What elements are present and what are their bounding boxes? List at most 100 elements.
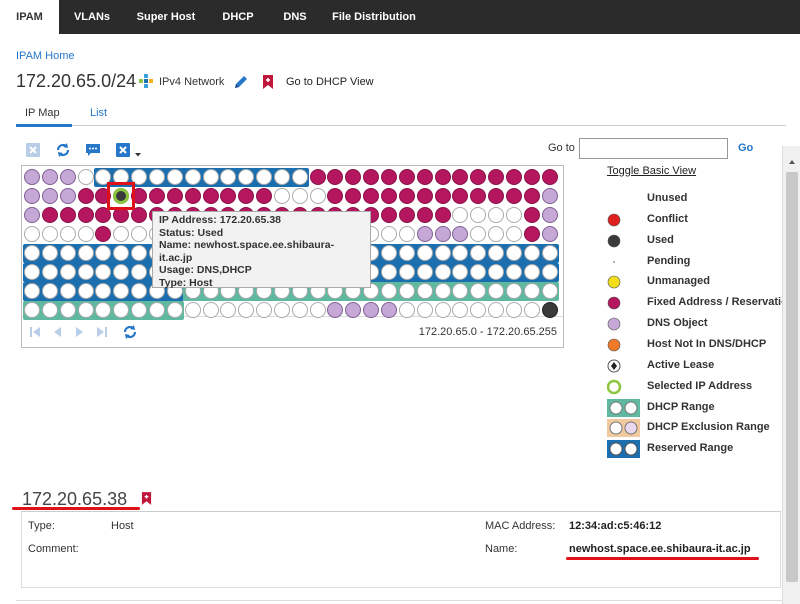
ip-cell[interactable] xyxy=(131,245,148,261)
ip-cell[interactable] xyxy=(77,226,94,242)
ip-cell[interactable] xyxy=(488,283,505,299)
ip-cell[interactable] xyxy=(309,302,326,318)
ip-cell[interactable] xyxy=(24,245,40,261)
ip-cell[interactable] xyxy=(77,302,94,318)
next-page-icon[interactable] xyxy=(75,326,84,338)
ip-cell[interactable] xyxy=(77,245,94,261)
toggle-basic-view-link[interactable]: Toggle Basic View xyxy=(607,165,696,177)
ip-cell[interactable] xyxy=(273,302,290,318)
ip-cell[interactable] xyxy=(488,226,505,242)
dhcp-view-link[interactable]: Go to DHCP View xyxy=(286,76,374,88)
ip-cell[interactable] xyxy=(434,245,451,261)
ip-cell[interactable] xyxy=(148,302,165,318)
ip-cell[interactable] xyxy=(202,302,219,318)
remove-icon[interactable] xyxy=(26,143,40,157)
ip-cell[interactable] xyxy=(488,245,505,261)
ip-cell[interactable] xyxy=(541,264,558,280)
ip-cell[interactable] xyxy=(41,283,58,299)
ip-cell[interactable] xyxy=(59,302,76,318)
ip-cell[interactable] xyxy=(452,226,469,242)
ip-cell[interactable] xyxy=(398,207,415,223)
ip-cell[interactable] xyxy=(470,207,487,223)
ip-cell[interactable] xyxy=(505,264,522,280)
ip-cell[interactable] xyxy=(148,188,165,204)
tab-dns[interactable]: DNS xyxy=(270,0,320,34)
ip-cell[interactable] xyxy=(363,188,380,204)
previous-page-icon[interactable] xyxy=(53,326,62,338)
comment-icon[interactable] xyxy=(85,142,101,158)
ip-cell[interactable] xyxy=(381,169,397,185)
ip-cell[interactable] xyxy=(434,264,451,280)
ip-cell[interactable] xyxy=(523,302,540,318)
ip-cell[interactable] xyxy=(131,302,148,318)
bookmark-icon[interactable] xyxy=(262,75,274,89)
ip-cell[interactable] xyxy=(434,188,451,204)
ip-cell[interactable] xyxy=(345,169,362,185)
ip-cell[interactable] xyxy=(24,264,40,280)
tab-file-distribution[interactable]: File Distribution xyxy=(326,0,422,34)
ip-cell[interactable] xyxy=(273,169,290,185)
ip-cell[interactable] xyxy=(77,207,94,223)
ip-cell[interactable] xyxy=(41,264,58,280)
ip-cell[interactable] xyxy=(416,169,433,185)
ip-cell[interactable] xyxy=(398,302,415,318)
ip-cell[interactable] xyxy=(541,207,558,223)
goto-input[interactable] xyxy=(579,138,728,159)
ip-cell[interactable] xyxy=(184,302,201,318)
ip-cell[interactable] xyxy=(220,188,237,204)
ip-cell[interactable] xyxy=(398,169,415,185)
ip-cell[interactable] xyxy=(41,226,58,242)
scrollbar-thumb[interactable] xyxy=(786,172,798,582)
tab-ipam[interactable]: IPAM xyxy=(0,0,59,34)
ip-cell[interactable] xyxy=(184,188,201,204)
ip-cell[interactable] xyxy=(59,264,76,280)
ip-cell[interactable] xyxy=(59,207,76,223)
ip-cell[interactable] xyxy=(470,169,487,185)
breadcrumb[interactable]: IPAM Home xyxy=(16,50,74,62)
ip-cell[interactable] xyxy=(131,283,148,299)
ip-cell[interactable] xyxy=(398,283,415,299)
ip-cell[interactable] xyxy=(523,264,540,280)
ip-cell[interactable] xyxy=(416,207,433,223)
ip-cell[interactable] xyxy=(541,226,558,242)
ip-cell[interactable] xyxy=(434,283,451,299)
ip-cell[interactable] xyxy=(398,188,415,204)
ip-cell[interactable] xyxy=(59,245,76,261)
ip-cell[interactable] xyxy=(59,169,76,185)
ip-cell[interactable] xyxy=(541,302,558,318)
ip-cell[interactable] xyxy=(24,283,40,299)
ip-cell[interactable] xyxy=(184,169,201,185)
ip-cell[interactable] xyxy=(381,302,397,318)
ip-cell[interactable] xyxy=(434,302,451,318)
last-page-icon[interactable] xyxy=(96,326,107,338)
ip-cell[interactable] xyxy=(166,169,183,185)
ip-cell[interactable] xyxy=(398,245,415,261)
ip-cell[interactable] xyxy=(95,226,112,242)
tab-ip-map[interactable]: IP Map xyxy=(16,101,72,127)
ip-cell[interactable] xyxy=(41,302,58,318)
chevron-down-icon[interactable] xyxy=(134,147,142,157)
ip-cell[interactable] xyxy=(416,245,433,261)
ip-cell[interactable] xyxy=(291,169,308,185)
ip-cell[interactable] xyxy=(488,207,505,223)
ip-cell[interactable] xyxy=(202,188,219,204)
ip-cell[interactable] xyxy=(291,188,308,204)
ip-cell[interactable] xyxy=(41,169,58,185)
ip-cell[interactable] xyxy=(505,169,522,185)
recycle-icon[interactable] xyxy=(55,142,71,158)
ip-cell[interactable] xyxy=(505,302,522,318)
ip-cell[interactable] xyxy=(488,188,505,204)
tab-list[interactable]: List xyxy=(90,107,107,119)
ip-cell[interactable] xyxy=(416,188,433,204)
ip-cell[interactable] xyxy=(256,302,273,318)
go-button[interactable]: Go xyxy=(738,142,753,154)
ip-cell[interactable] xyxy=(148,169,165,185)
ip-cell[interactable] xyxy=(41,207,58,223)
ip-cell[interactable] xyxy=(77,283,94,299)
ip-cell[interactable] xyxy=(381,245,397,261)
ip-cell[interactable] xyxy=(113,226,130,242)
ip-cell[interactable] xyxy=(166,188,183,204)
ip-cell[interactable] xyxy=(452,169,469,185)
ip-cell[interactable] xyxy=(256,169,273,185)
ip-cell[interactable] xyxy=(541,283,558,299)
